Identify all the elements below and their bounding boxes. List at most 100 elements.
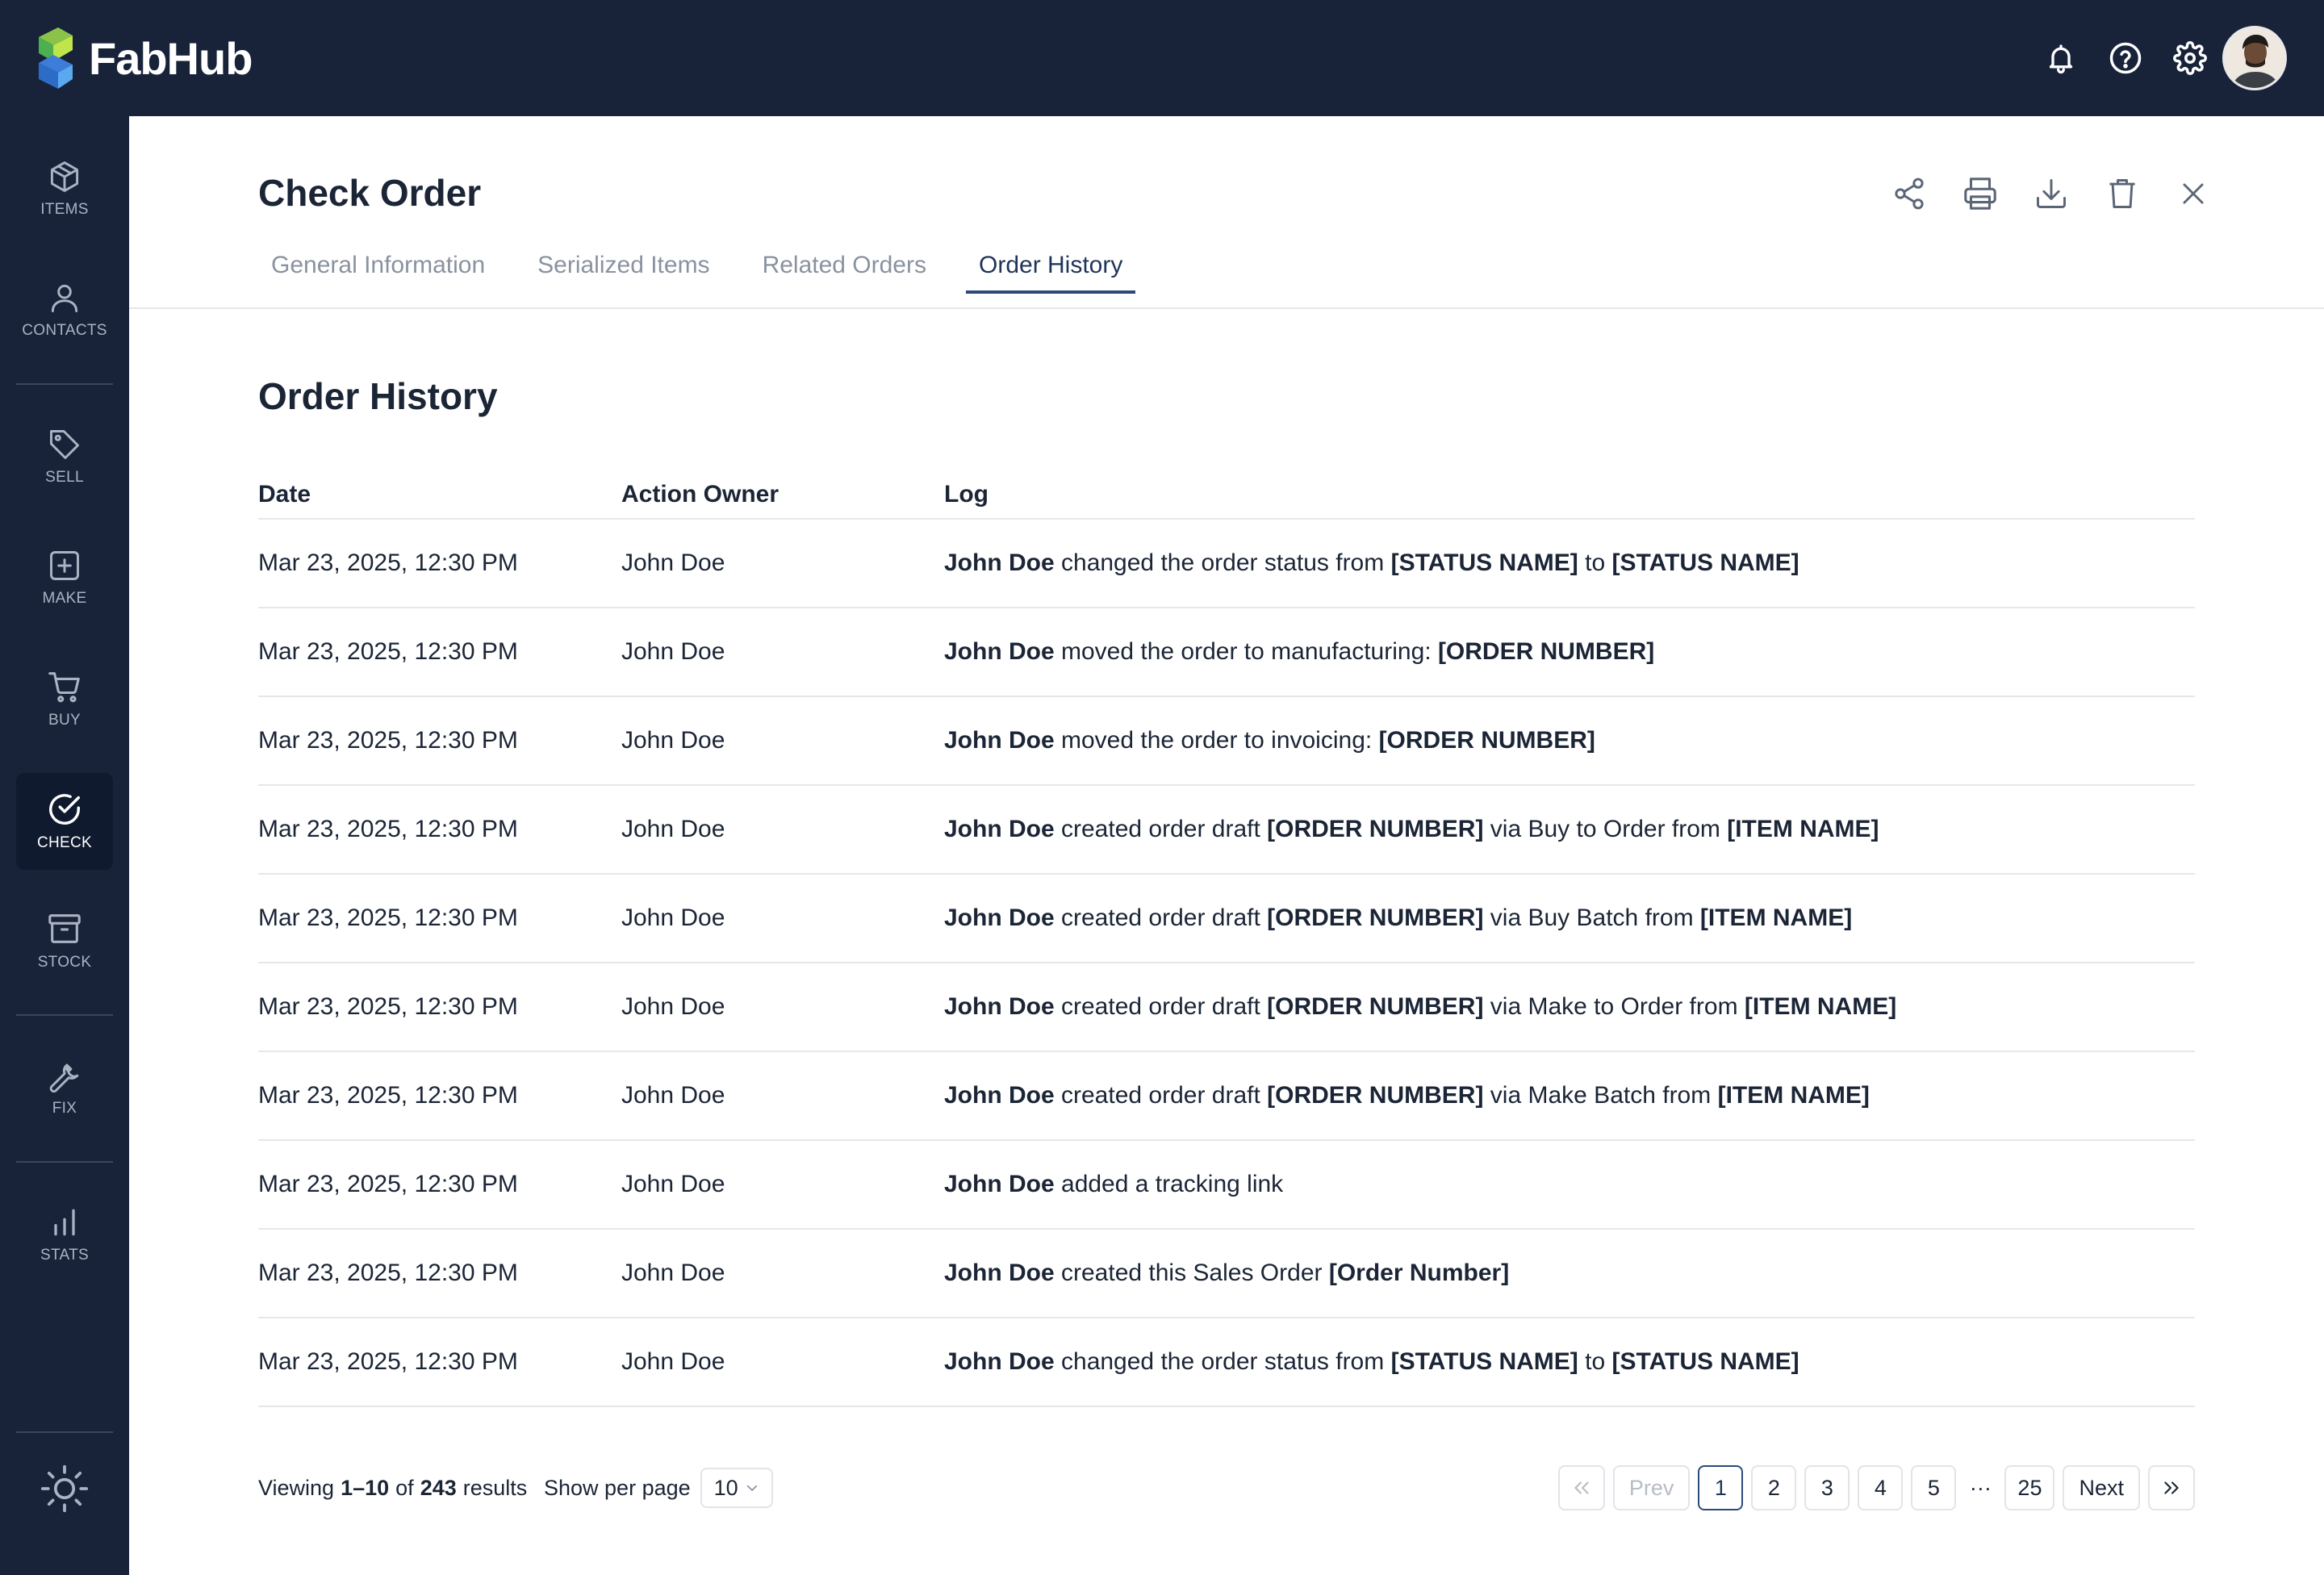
cube-icon — [50, 161, 79, 192]
log-emphasis: [ITEM NAME] — [1727, 816, 1879, 842]
table-row: Mar 23, 2025, 12:30 PM John Doe John Doe c… — [258, 1318, 2195, 1407]
sidebar-item-sell[interactable]: SELL — [16, 408, 113, 505]
table-row: Mar 23, 2025, 12:30 PM John Doe John Doe c… — [258, 963, 2195, 1052]
sidebar-item-contacts[interactable]: CONTACTS — [16, 261, 113, 358]
close-icon[interactable] — [2167, 168, 2219, 219]
sidebar-item-items[interactable]: ITEMS — [16, 140, 113, 237]
log-text: to — [1578, 1348, 1612, 1375]
log-emphasis: John Doe — [944, 816, 1055, 842]
sidebar-item-label: FIX — [52, 1100, 77, 1117]
tab-order-history[interactable]: Order History — [966, 252, 1136, 294]
log-emphasis: [ITEM NAME] — [1717, 1082, 1870, 1109]
cell-date: Mar 23, 2025, 12:30 PM — [258, 993, 518, 1020]
tab-related-orders[interactable]: Related Orders — [750, 252, 939, 294]
share-icon[interactable] — [1883, 168, 1935, 219]
cell-action-owner: John Doe — [621, 638, 725, 665]
section-title: Order History — [258, 375, 498, 417]
sidebar-item-label: STOCK — [37, 954, 92, 971]
sidebar-item-make[interactable]: MAKE — [16, 529, 113, 626]
table-footer: Viewing 1–10 of 243 results Show per pag… — [258, 1465, 2195, 1510]
cell-log: John Doe moved the order to manufacturin… — [944, 638, 2195, 666]
log-emphasis: John Doe — [944, 549, 1055, 576]
cell-action-owner: John Doe — [621, 1260, 725, 1286]
log-emphasis: [ITEM NAME] — [1699, 904, 1853, 931]
page-button-2[interactable]: 2 — [1751, 1465, 1797, 1510]
last-page-button[interactable] — [2148, 1465, 2195, 1510]
page-button-4[interactable]: 4 — [1858, 1465, 1904, 1510]
next-page-button[interactable]: Next — [2063, 1465, 2140, 1510]
cell-action-owner: John Doe — [621, 993, 725, 1020]
log-text: created order draft — [1054, 816, 1268, 842]
column-header-action-owner[interactable]: Action Owner — [621, 481, 944, 508]
wrench-icon — [49, 1063, 79, 1093]
cell-action-owner: John Doe — [621, 549, 725, 576]
chevron-down-icon — [746, 1485, 757, 1491]
sidebar-item-stock[interactable]: STOCK — [16, 892, 113, 989]
person-icon — [51, 284, 78, 312]
log-emphasis: John Doe — [944, 1171, 1055, 1197]
pagination-ellipsis: ··· — [1969, 1475, 1992, 1500]
fabhub-logo-icon — [39, 27, 73, 89]
column-header-date[interactable]: Date — [258, 481, 621, 508]
log-emphasis: [ORDER NUMBER] — [1267, 816, 1484, 842]
cart-icon — [48, 672, 80, 703]
page-button-5[interactable]: 5 — [1911, 1465, 1957, 1510]
sidebar-divider — [16, 1431, 113, 1433]
cell-action-owner: John Doe — [621, 816, 725, 842]
plus-square-icon — [50, 551, 79, 580]
cell-date: Mar 23, 2025, 12:30 PM — [258, 1348, 518, 1375]
page-button-1[interactable]: 1 — [1698, 1465, 1744, 1510]
per-page-value: 10 — [713, 1475, 738, 1500]
sidebar-item-label: STATS — [40, 1247, 89, 1264]
log-emphasis: [ORDER NUMBER] — [1378, 727, 1595, 754]
tab-serialized-items[interactable]: Serialized Items — [525, 252, 722, 294]
log-text: via Buy to Order from — [1483, 816, 1728, 842]
table-row: Mar 23, 2025, 12:30 PM John Doe John Doe c… — [258, 1230, 2195, 1318]
log-emphasis: John Doe — [944, 638, 1055, 665]
first-page-button[interactable] — [1557, 1465, 1605, 1510]
results-label: results — [462, 1475, 528, 1500]
prev-page-button[interactable]: Prev — [1612, 1465, 1691, 1510]
cell-date: Mar 23, 2025, 12:30 PM — [258, 549, 518, 576]
cell-date: Mar 23, 2025, 12:30 PM — [258, 904, 518, 931]
log-emphasis: [STATUS NAME] — [1611, 549, 1799, 576]
app-logo[interactable]: FabHub — [36, 24, 253, 92]
log-text: created order draft — [1054, 993, 1268, 1020]
double-chevron-right-icon — [2164, 1481, 2179, 1494]
page-button-3[interactable]: 3 — [1804, 1465, 1850, 1510]
header-actions — [1883, 168, 2219, 219]
cell-log: John Doe created order draft [ORDER NUMB… — [944, 993, 2195, 1021]
help-icon[interactable] — [2093, 26, 2158, 90]
page-title: Check Order — [258, 172, 482, 214]
log-text: created order draft — [1054, 904, 1268, 931]
sidebar-item-buy[interactable]: BUY — [16, 650, 113, 747]
cell-action-owner: John Doe — [621, 1348, 725, 1375]
cell-log: John Doe moved the order to invoicing: [… — [944, 727, 2195, 754]
sidebar-item-check[interactable]: CHECK — [16, 773, 113, 870]
cell-date: Mar 23, 2025, 12:30 PM — [258, 1260, 518, 1286]
results-range: 1–10 — [341, 1475, 390, 1500]
table-row: Mar 23, 2025, 12:30 PM John Doe John Doe c… — [258, 875, 2195, 963]
settings-gear-icon[interactable] — [2158, 26, 2222, 90]
theme-toggle-sun-icon[interactable] — [32, 1456, 97, 1521]
column-header-log[interactable]: Log — [944, 481, 2195, 508]
log-emphasis: [ITEM NAME] — [1744, 993, 1897, 1020]
page-button-25[interactable]: 25 — [2004, 1465, 2055, 1510]
delete-trash-icon[interactable] — [2096, 168, 2148, 219]
user-avatar[interactable] — [2222, 26, 2287, 90]
sidebar-nav: ITEMS CONTACTS SELL MAKE BUY CHECK STOCK… — [0, 116, 129, 1575]
cell-log: John Doe created order draft [ORDER NUMB… — [944, 816, 2195, 843]
app-name: FabHub — [89, 32, 253, 84]
tab-general-information[interactable]: General Information — [258, 252, 498, 294]
download-icon[interactable] — [2025, 168, 2077, 219]
per-page-select[interactable]: 10 — [700, 1468, 773, 1508]
tabs-divider — [129, 307, 2324, 309]
sidebar-item-fix[interactable]: FIX — [16, 1039, 113, 1136]
print-icon[interactable] — [1954, 168, 2006, 219]
cell-date: Mar 23, 2025, 12:30 PM — [258, 727, 518, 754]
sidebar-item-stats[interactable]: STATS — [16, 1186, 113, 1283]
sidebar-divider — [16, 1161, 113, 1163]
notifications-bell-icon[interactable] — [2029, 26, 2093, 90]
cell-action-owner: John Doe — [621, 1171, 725, 1197]
log-text: moved the order to invoicing: — [1054, 727, 1379, 754]
